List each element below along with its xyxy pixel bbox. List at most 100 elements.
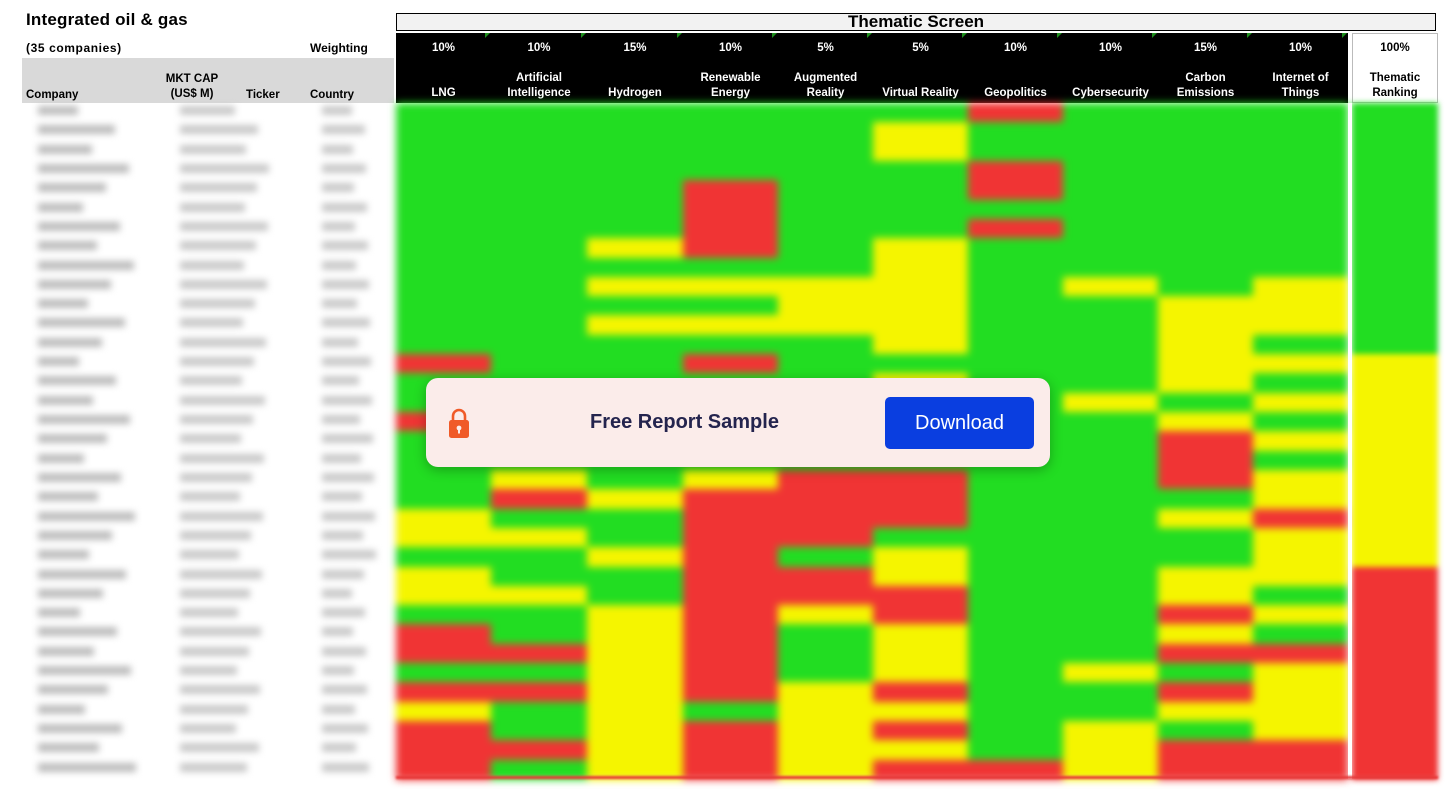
mktcap-redacted <box>180 685 260 695</box>
heatmap-cell <box>683 740 778 761</box>
ranking-cell <box>1352 141 1438 162</box>
country-redacted <box>322 221 355 231</box>
mktcap-redacted <box>180 608 238 618</box>
ranking-name: Thematic Ranking <box>1352 71 1438 101</box>
mktcap-redacted <box>180 492 240 502</box>
country-redacted <box>322 550 376 560</box>
theme-name-line2: Things <box>1281 87 1320 99</box>
heatmap-cell <box>968 527 1063 548</box>
heatmap-cell <box>396 199 491 220</box>
country-redacted <box>322 704 355 714</box>
company-row <box>22 180 394 199</box>
heatmap-cell <box>396 547 491 568</box>
heatmap-cell <box>778 160 873 181</box>
heatmap-cell <box>587 103 683 123</box>
company-row <box>22 103 394 122</box>
ranking-cell <box>1352 392 1438 413</box>
heatmap-cell <box>491 469 587 490</box>
heatmap-cell <box>683 103 778 123</box>
country-redacted <box>322 646 366 656</box>
theme-name-line2: Virtual Reality <box>882 87 959 99</box>
heatmap-cell <box>683 199 778 220</box>
heatmap-cell <box>778 566 873 587</box>
ranking-cell <box>1352 527 1438 548</box>
company-list <box>22 103 394 779</box>
heatmap-cell <box>1253 585 1348 606</box>
country-redacted <box>322 472 374 482</box>
company-name-redacted <box>38 608 80 618</box>
heatmap-cell <box>1063 257 1158 278</box>
mktcap-redacted <box>180 666 237 676</box>
theme-name: Carbon Emissions <box>1158 71 1253 101</box>
mktcap-redacted <box>180 762 247 772</box>
heatmap-cell <box>1253 160 1348 181</box>
heatmap-cell <box>1158 643 1253 664</box>
heatmap-cell <box>873 469 968 490</box>
heatmap-cell <box>491 547 587 568</box>
heatmap-cell <box>968 721 1063 741</box>
heatmap-cell <box>396 276 491 297</box>
company-name-redacted <box>38 569 126 579</box>
heatmap-cell <box>1158 218 1253 239</box>
theme-name-line1: Internet of <box>1272 72 1329 84</box>
ranking-cell <box>1352 257 1438 278</box>
heatmap-cell <box>778 276 873 297</box>
heatmap-cell <box>396 103 491 123</box>
heatmap-cell <box>683 354 778 374</box>
cell-comment-marker <box>1152 33 1157 38</box>
heatmap-cell <box>1253 721 1348 741</box>
company-row <box>22 605 394 624</box>
theme-weight: 10% <box>431 42 456 54</box>
heatmap-cell <box>396 469 491 490</box>
ranking-cell <box>1352 238 1438 259</box>
company-name-redacted <box>38 106 78 115</box>
heatmap-cell <box>587 199 683 220</box>
theme-name: Hydrogen <box>587 86 683 101</box>
mktcap-redacted <box>180 144 246 154</box>
heatmap-cell <box>1158 238 1253 259</box>
ranking-cell <box>1352 508 1438 529</box>
heatmap-cell <box>587 643 683 664</box>
heatmap-cell <box>587 721 683 741</box>
heatmap-cell <box>587 218 683 239</box>
heatmap-cell <box>873 276 968 297</box>
heatmap-cell <box>491 354 587 374</box>
cell-comment-marker <box>1247 33 1252 38</box>
heatmap-cell <box>683 605 778 626</box>
heatmap-cell <box>968 103 1063 123</box>
theme-name-line1: Carbon <box>1185 72 1226 84</box>
company-name-redacted <box>38 704 85 714</box>
heatmap-cell <box>873 721 968 741</box>
company-row <box>22 547 394 566</box>
heatmap-cell <box>491 740 587 761</box>
heatmap-cell <box>1253 412 1348 432</box>
heatmap-cell <box>396 721 491 741</box>
heatmap-cell <box>587 276 683 297</box>
heatmap-cell <box>587 315 683 336</box>
heatmap-cell <box>1253 508 1348 529</box>
download-button[interactable]: Download <box>885 397 1034 449</box>
theme-name: Artificial Intelligence <box>491 71 587 101</box>
company-row <box>22 470 394 489</box>
company-row <box>22 238 394 257</box>
heatmap-cell <box>968 508 1063 529</box>
heatmap-cell <box>396 141 491 162</box>
heatmap-cell <box>491 141 587 162</box>
ranking-cell <box>1352 605 1438 626</box>
heatmap-cell <box>1158 392 1253 413</box>
company-name-redacted <box>38 318 125 328</box>
theme-name: Cybersecurity <box>1063 86 1158 101</box>
mktcap-redacted <box>180 202 245 212</box>
heatmap-cell <box>1158 566 1253 587</box>
theme-weight: 10% <box>1288 42 1313 54</box>
heatmap-cell <box>968 122 1063 143</box>
company-name-redacted <box>38 415 130 425</box>
heatmap-cell <box>683 160 778 181</box>
mktcap-redacted <box>180 434 241 444</box>
heatmap-cell <box>968 643 1063 664</box>
heatmap-cell <box>396 508 491 529</box>
heatmap-cell <box>778 663 873 684</box>
theme-name-line1: Artificial <box>515 72 562 84</box>
country-redacted <box>322 183 354 193</box>
company-row <box>22 624 394 643</box>
